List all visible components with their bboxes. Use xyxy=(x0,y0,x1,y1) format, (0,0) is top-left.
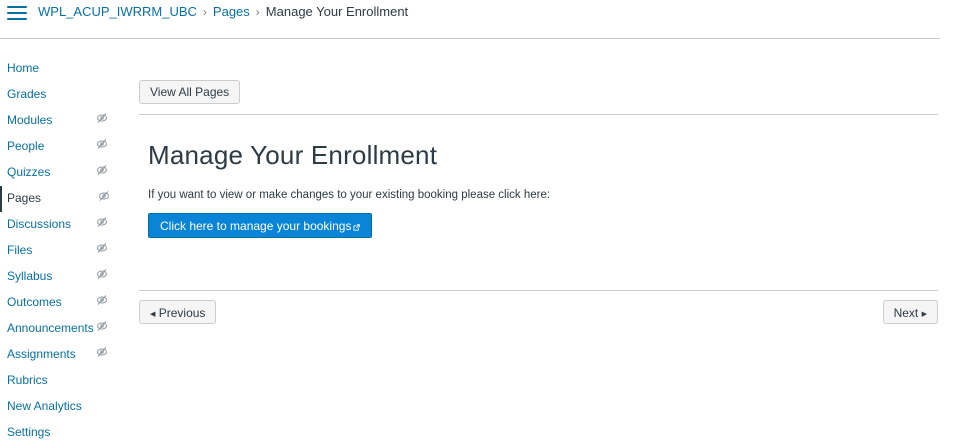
hidden-eye-icon[interactable] xyxy=(98,190,110,202)
hidden-eye-icon[interactable] xyxy=(96,216,108,228)
nav-item-pages[interactable]: Pages xyxy=(0,186,125,212)
nav-item-label: Announcements xyxy=(7,321,94,335)
hidden-eye-icon[interactable] xyxy=(96,112,108,124)
page-title: Manage Your Enrollment xyxy=(148,140,438,170)
nav-item-label: Settings xyxy=(7,425,51,439)
next-label: Next xyxy=(893,306,919,320)
nav-item-discussions[interactable]: Discussions xyxy=(0,212,125,238)
nav-item-label: Files xyxy=(7,243,33,257)
hidden-eye-icon[interactable] xyxy=(96,294,108,306)
nav-item-label: Quizzes xyxy=(7,165,51,179)
manage-bookings-button[interactable]: Click here to manage your bookings xyxy=(148,213,373,238)
external-link-icon xyxy=(353,224,361,231)
next-arrow-icon: ▶ xyxy=(921,311,927,318)
hidden-eye-icon[interactable] xyxy=(96,242,108,254)
nav-item-people[interactable]: People xyxy=(0,134,125,160)
nav-item-label: Assignments xyxy=(7,347,76,361)
nav-item-outcomes[interactable]: Outcomes xyxy=(0,290,125,316)
divider xyxy=(139,290,938,291)
next-button[interactable]: Next ▶ xyxy=(882,300,938,324)
nav-item-settings[interactable]: Settings xyxy=(0,420,125,446)
divider xyxy=(139,114,938,115)
previous-arrow-icon: ◀ xyxy=(150,311,156,318)
nav-item-label: Rubrics xyxy=(7,373,48,387)
top-bar: WPL_ACUP_IWRRM_UBC › Pages › Manage Your Enr… xyxy=(0,0,940,39)
breadcrumb-course-link[interactable]: WPL_ACUP_IWRRM_UBC xyxy=(38,4,197,19)
breadcrumb-separator-icon: › xyxy=(255,5,260,19)
previous-button[interactable]: ◀ Previous xyxy=(139,300,217,324)
nav-item-home[interactable]: Home xyxy=(0,56,125,82)
breadcrumb: WPL_ACUP_IWRRM_UBC › Pages › Manage Your Enr… xyxy=(38,4,408,20)
nav-item-announcements[interactable]: Announcements xyxy=(0,316,125,342)
nav-item-label: Home xyxy=(7,61,40,75)
nav-item-label: Pages xyxy=(7,191,42,205)
nav-item-label: Grades xyxy=(7,87,47,101)
nav-item-label: Syllabus xyxy=(7,269,53,283)
nav-item-assignments[interactable]: Assignments xyxy=(0,342,125,368)
hidden-eye-icon[interactable] xyxy=(96,320,108,332)
nav-item-new-analytics[interactable]: New Analytics xyxy=(0,394,125,420)
hamburger-menu-icon[interactable] xyxy=(7,6,27,22)
manage-bookings-label: Click here to manage your bookings xyxy=(160,219,352,233)
nav-item-modules[interactable]: Modules xyxy=(0,108,125,134)
breadcrumb-separator-icon: › xyxy=(202,5,207,19)
hidden-eye-icon[interactable] xyxy=(96,268,108,280)
nav-item-quizzes[interactable]: Quizzes xyxy=(0,160,125,186)
nav-item-grades[interactable]: Grades xyxy=(0,82,125,108)
nav-item-rubrics[interactable]: Rubrics xyxy=(0,368,125,394)
nav-item-label: Outcomes xyxy=(7,295,62,309)
course-navigation: Home Grades Modules People Quizzes Pages Discu… xyxy=(0,56,125,446)
hidden-eye-icon[interactable] xyxy=(96,164,108,176)
nav-item-label: New Analytics xyxy=(7,399,82,413)
previous-label: Previous xyxy=(158,306,206,320)
hidden-eye-icon[interactable] xyxy=(96,346,108,358)
breadcrumb-pages-link[interactable]: Pages xyxy=(213,4,250,19)
nav-item-label: Discussions xyxy=(7,217,72,231)
hidden-eye-icon[interactable] xyxy=(96,138,108,150)
page-description: If you want to view or make changes to y… xyxy=(148,189,551,201)
nav-item-label: People xyxy=(7,139,45,153)
nav-item-syllabus[interactable]: Syllabus xyxy=(0,264,125,290)
view-all-pages-button[interactable]: View All Pages xyxy=(139,80,241,104)
nav-item-label: Modules xyxy=(7,113,53,127)
nav-item-files[interactable]: Files xyxy=(0,238,125,264)
breadcrumb-current: Manage Your Enrollment xyxy=(265,4,409,19)
